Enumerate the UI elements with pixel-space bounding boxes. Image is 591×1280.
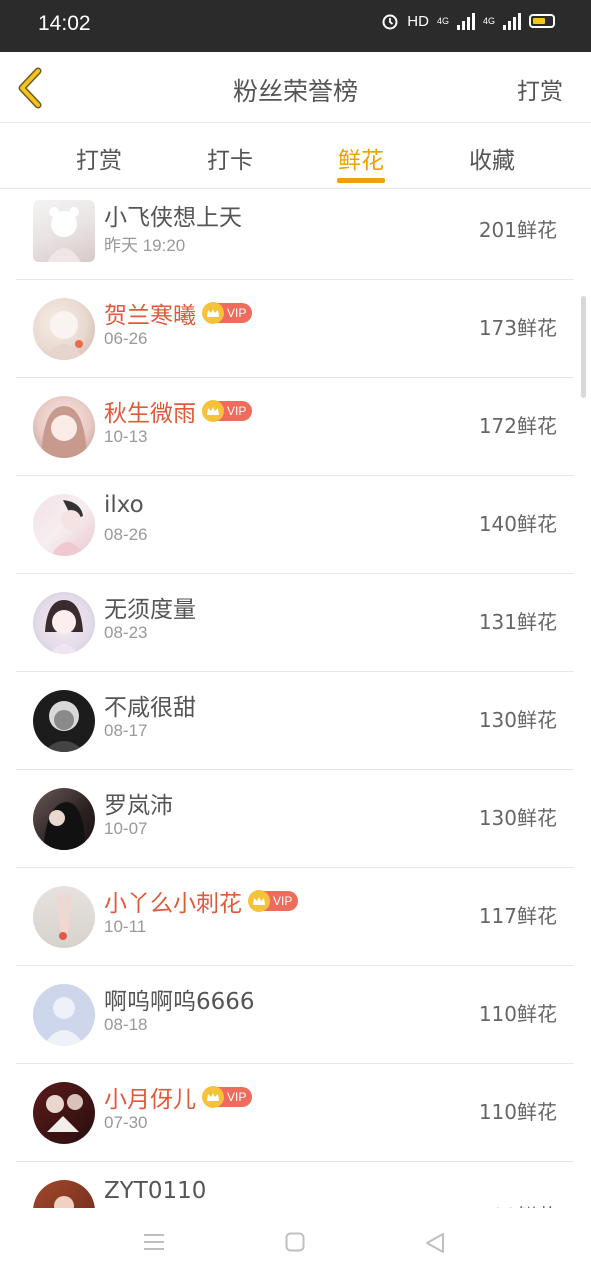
avatar (33, 1082, 95, 1144)
user-name: 小飞侠想上天 (104, 205, 242, 231)
crown-icon (202, 400, 224, 422)
user-date: 06-26 (104, 329, 148, 348)
crown-icon (202, 302, 224, 324)
signal-icon-1 (456, 12, 475, 30)
default-user-icon (43, 997, 85, 1046)
user-date: 08-17 (104, 721, 148, 740)
scrollbar[interactable] (581, 296, 586, 398)
user-name: ilxo (104, 492, 144, 518)
tab-reward[interactable]: 打赏 (75, 141, 123, 175)
vip-badge: VIP (202, 302, 253, 324)
vip-badge: VIP (202, 400, 253, 422)
user-name: 啊呜啊呜6666 (104, 989, 255, 1015)
user-date: 10-07 (104, 819, 148, 838)
list-item[interactable]: 小月伢儿 VIP 07-30 110鲜花 (16, 1064, 574, 1162)
flower-amount: 130鲜花 (478, 708, 557, 732)
flower-amount: 173鲜花 (478, 316, 557, 340)
avatar (33, 690, 95, 752)
user-name: ZYT0110 (104, 1178, 207, 1204)
home-button[interactable] (285, 1232, 305, 1256)
avatar (33, 396, 95, 458)
home-square-icon (285, 1232, 305, 1252)
battery-icon (529, 14, 555, 28)
flower-amount: 90鲜花 (492, 1200, 557, 1208)
flower-amount: 117鲜花 (478, 904, 557, 928)
back-triangle-icon (426, 1233, 444, 1253)
menu-button[interactable] (143, 1232, 165, 1256)
header-bar: 粉丝荣誉榜 打赏 (0, 52, 591, 123)
avatar (33, 298, 95, 360)
flower-amount: 172鲜花 (478, 414, 557, 438)
flower-amount: 110鲜花 (478, 1100, 557, 1124)
list-item[interactable]: 小丫么小刺花 VIP 10-11 117鲜花 (16, 868, 574, 966)
flower-amount: 131鲜花 (478, 610, 557, 634)
avatar (33, 984, 95, 1046)
list-item[interactable]: 小飞侠想上天 昨天 19:20 201鲜花 (16, 188, 574, 280)
user-name: 罗岚沛 (104, 793, 173, 819)
flower-amount: 201鲜花 (478, 218, 557, 242)
status-icons: HD 4G 4G (381, 12, 555, 30)
tab-checkin[interactable]: 打卡 (206, 141, 254, 175)
reward-action-button[interactable]: 打赏 (517, 72, 563, 106)
user-date: 08-18 (104, 1015, 148, 1034)
avatar (33, 494, 95, 556)
list-item[interactable]: 不咸很甜 08-17 130鲜花 (16, 672, 574, 770)
flower-amount: 140鲜花 (478, 512, 557, 536)
system-nav-bar (0, 1208, 591, 1280)
avatar (33, 592, 95, 654)
fan-ranking-list[interactable]: 小飞侠想上天 昨天 19:20 201鲜花 贺兰寒曦 VIP 06-26 173… (16, 188, 574, 1208)
flower-amount: 130鲜花 (478, 806, 557, 830)
user-name: 不咸很甜 (104, 695, 196, 721)
list-item[interactable]: 秋生微雨 VIP 10-13 172鲜花 (16, 378, 574, 476)
user-name: 秋生微雨 (104, 401, 196, 427)
vip-badge: VIP (248, 890, 299, 912)
vip-badge: VIP (202, 1086, 253, 1108)
flower-amount: 110鲜花 (478, 1002, 557, 1026)
back-nav-button[interactable] (425, 1232, 445, 1258)
user-date: 10-11 (104, 917, 147, 936)
user-date: 昨天 19:20 (104, 236, 186, 255)
user-name: 贺兰寒曦 (104, 303, 196, 329)
user-date: 07-30 (104, 1113, 148, 1132)
user-date: 10-13 (104, 427, 148, 446)
network-type-1: 4G (436, 16, 449, 26)
status-time: 14:02 (38, 12, 91, 35)
user-name: 小月伢儿 (104, 1087, 196, 1113)
hd-indicator: HD (407, 12, 429, 30)
user-name: 小丫么小刺花 (104, 891, 242, 917)
user-date: 08-26 (104, 525, 148, 544)
alarm-icon (382, 14, 398, 30)
page-title: 粉丝荣誉榜 (232, 77, 358, 106)
tab-favorites[interactable]: 收藏 (468, 141, 516, 175)
crown-icon (202, 1086, 224, 1108)
list-item[interactable]: ilxo 08-26 140鲜花 (16, 476, 574, 574)
user-date: 08-23 (104, 623, 148, 642)
user-name: 无须度量 (104, 597, 196, 623)
tab-flowers[interactable]: 鲜花 (337, 141, 385, 175)
avatar (33, 1180, 95, 1208)
list-item[interactable]: 无须度量 08-23 131鲜花 (16, 574, 574, 672)
crown-icon (248, 890, 270, 912)
tab-bar: 打赏 打卡 鲜花 收藏 (0, 122, 591, 189)
list-item[interactable]: 罗岚沛 10-07 130鲜花 (16, 770, 574, 868)
list-item[interactable]: 啊呜啊呜6666 08-18 110鲜花 (16, 966, 574, 1064)
status-bar: 14:02 HD 4G 4G (0, 0, 591, 52)
network-type-2: 4G (482, 16, 495, 26)
list-item[interactable]: ZYT0110 90鲜花 (16, 1162, 574, 1208)
avatar (33, 788, 95, 850)
list-item[interactable]: 贺兰寒曦 VIP 06-26 173鲜花 (16, 280, 574, 378)
menu-icon (144, 1234, 164, 1250)
avatar (33, 200, 95, 262)
active-tab-indicator (337, 178, 385, 183)
signal-icon-2 (503, 12, 521, 30)
avatar (33, 886, 95, 948)
